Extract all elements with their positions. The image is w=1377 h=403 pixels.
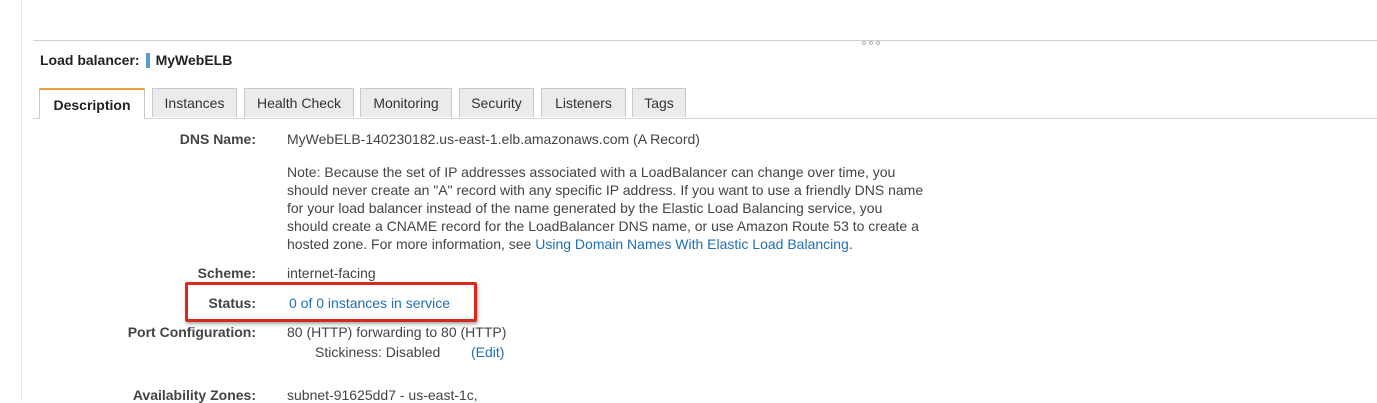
status-highlight-box — [185, 282, 477, 322]
stickiness-value: Stickiness: Disabled — [315, 344, 441, 360]
scheme-value: internet-facing — [287, 265, 376, 281]
resize-grip-icon[interactable] — [862, 41, 880, 45]
port-configuration-value: 80 (HTTP) forwarding to 80 (HTTP) — [287, 324, 507, 340]
panel-divider — [33, 40, 1377, 41]
elb-domain-names-link[interactable]: Using Domain Names With Elastic Load Bal… — [535, 236, 849, 252]
dns-note-end: . — [848, 236, 853, 252]
edit-stickiness-link[interactable]: (Edit) — [471, 344, 504, 360]
dns-name-value: MyWebELB-140230182.us-east-1.elb.amazona… — [287, 131, 700, 147]
tab-monitoring[interactable]: Monitoring — [360, 88, 452, 117]
port-configuration-label: Port Configuration: — [127, 324, 256, 340]
load-balancer-label: Load balancer: — [40, 52, 140, 68]
tab-description[interactable]: Description — [39, 88, 145, 119]
tab-security[interactable]: Security — [459, 88, 534, 117]
dns-note: Note: Because the set of IP addresses as… — [287, 163, 927, 253]
tab-listeners[interactable]: Listeners — [541, 88, 626, 117]
dns-name-label: DNS Name: — [179, 131, 256, 147]
tab-instances[interactable]: Instances — [152, 88, 237, 117]
scheme-label: Scheme: — [197, 265, 256, 281]
tab-tags[interactable]: Tags — [632, 88, 686, 117]
tab-bar: Description Instances Health Check Monit… — [33, 88, 1377, 119]
load-balancer-name: MyWebELB — [155, 52, 233, 68]
name-accent-bar — [145, 52, 150, 68]
load-balancer-header: Load balancer: MyWebELB — [40, 52, 232, 68]
panel-left-border — [21, 0, 22, 401]
tab-health-check[interactable]: Health Check — [244, 88, 354, 117]
